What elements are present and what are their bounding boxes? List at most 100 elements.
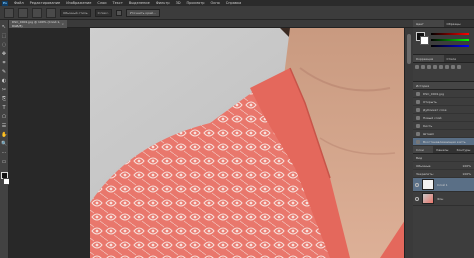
history-step-icon bbox=[416, 107, 420, 112]
balance-icon[interactable] bbox=[451, 65, 455, 69]
visibility-eye-icon[interactable] bbox=[415, 182, 419, 187]
history-item[interactable]: Штамп bbox=[413, 130, 474, 138]
lock-label: Закрепить: bbox=[416, 171, 434, 176]
menu-window[interactable]: Окно bbox=[210, 1, 219, 5]
menu-view[interactable]: Просмотр bbox=[187, 1, 205, 5]
curves-icon[interactable] bbox=[427, 65, 431, 69]
right-panel-dock: Цвет Образцы Коррекция Стили История DSC… bbox=[413, 20, 474, 258]
antialias-checkbox[interactable] bbox=[115, 9, 122, 16]
menu-filter[interactable]: Фильтр bbox=[156, 1, 170, 5]
blend-mode-select[interactable]: Обычные bbox=[416, 164, 431, 168]
subtract-selection-icon[interactable] bbox=[46, 7, 56, 18]
scrollbar-thumb[interactable] bbox=[407, 34, 411, 64]
background-color-swatch[interactable] bbox=[420, 36, 429, 45]
tool-icon[interactable]: ✋ bbox=[1, 132, 7, 139]
document-canvas[interactable] bbox=[90, 28, 413, 258]
tool-icon[interactable]: ▭ bbox=[1, 159, 7, 166]
visibility-eye-icon[interactable] bbox=[415, 196, 419, 201]
layers-filter-row: Вид bbox=[413, 154, 474, 162]
history-step-icon bbox=[416, 139, 420, 144]
layers-kind-select[interactable]: Вид bbox=[416, 156, 422, 160]
blue-slider[interactable] bbox=[431, 45, 469, 47]
color-panel bbox=[413, 28, 474, 55]
history-item-label: DSC_0001.jpg bbox=[423, 91, 445, 96]
menu-select[interactable]: Выделение bbox=[129, 1, 150, 5]
levels-icon[interactable] bbox=[421, 65, 425, 69]
menu-file[interactable]: Файл bbox=[14, 1, 24, 5]
tool-icon[interactable]: ⎘ bbox=[1, 96, 7, 103]
tool-icon[interactable]: ✎ bbox=[1, 69, 7, 76]
tool-icon[interactable]: T bbox=[1, 105, 7, 112]
history-step-icon bbox=[416, 115, 420, 120]
refine-edge-button[interactable]: Уточнить край... bbox=[125, 8, 160, 17]
tool-icon[interactable]: ↖ bbox=[1, 24, 7, 31]
menu-help[interactable]: Справка bbox=[226, 1, 241, 5]
history-item[interactable]: Дубликат слоя bbox=[413, 106, 474, 114]
tool-icon[interactable]: ◌ bbox=[1, 42, 7, 49]
tool-icon[interactable]: ✥ bbox=[1, 51, 7, 58]
fill-field[interactable]: 100% bbox=[462, 172, 471, 176]
vibrance-icon[interactable] bbox=[439, 65, 443, 69]
history-step-icon bbox=[416, 123, 420, 128]
options-bar: Обычный стиль 0 пикс. Уточнить край... bbox=[0, 6, 474, 20]
menu-edit[interactable]: Редактирование bbox=[30, 1, 61, 5]
layer-row[interactable]: Фон bbox=[413, 192, 474, 206]
history-item-label: Новый слой bbox=[423, 115, 442, 120]
red-slider[interactable] bbox=[431, 33, 469, 35]
history-item-label: Восстанавливающая кисть bbox=[423, 139, 466, 144]
tab-styles[interactable]: Стили bbox=[443, 55, 474, 63]
history-item[interactable]: Новый слой bbox=[413, 114, 474, 122]
document-tab-bar: DSC_0001.jpg @ 100% (Слой 1, RGB/8) × bbox=[9, 20, 413, 28]
layer-row[interactable]: Слой 1 bbox=[413, 178, 474, 192]
vertical-scrollbar[interactable] bbox=[404, 28, 413, 258]
bw-icon[interactable] bbox=[457, 65, 461, 69]
layer-thumbnail bbox=[422, 193, 434, 204]
history-step-icon bbox=[416, 91, 420, 96]
opacity-field[interactable]: 100% bbox=[462, 164, 471, 168]
history-item[interactable]: Открыть bbox=[413, 98, 474, 106]
tool-icon[interactable]: ⬚ bbox=[1, 33, 7, 40]
layers-lock-row: Закрепить: 100% bbox=[413, 170, 474, 178]
menu-3d[interactable]: 3D bbox=[176, 1, 181, 5]
green-slider[interactable] bbox=[431, 39, 469, 41]
photoshop-logo-icon: Ps bbox=[2, 0, 8, 6]
document-tab[interactable]: DSC_0001.jpg @ 100% (Слой 1, RGB/8) × bbox=[9, 20, 67, 28]
tool-icon[interactable]: ⌗ bbox=[1, 60, 7, 67]
feather-field[interactable]: 0 пикс. bbox=[94, 8, 112, 17]
history-item[interactable]: DSC_0001.jpg bbox=[413, 90, 474, 98]
history-item[interactable]: Восстанавливающая кисть bbox=[413, 138, 474, 146]
layer-name: Фон bbox=[437, 196, 444, 201]
history-step-icon bbox=[416, 131, 420, 136]
tool-icon[interactable]: ⬠ bbox=[1, 114, 7, 121]
tab-layers[interactable]: Слои bbox=[413, 146, 434, 154]
document-tab-label: DSC_0001.jpg @ 100% (Слой 1, RGB/8) bbox=[12, 20, 61, 28]
layer-name: Слой 1 bbox=[437, 182, 448, 187]
brightness-icon[interactable] bbox=[415, 65, 419, 69]
history-item[interactable]: Кисть bbox=[413, 122, 474, 130]
tool-icon[interactable]: 🔍 bbox=[1, 141, 7, 148]
menu-image[interactable]: Изображение bbox=[66, 1, 91, 5]
tab-paths[interactable]: Контуры bbox=[453, 146, 474, 154]
menu-text[interactable]: Текст bbox=[113, 1, 123, 5]
layer-thumbnail bbox=[422, 179, 434, 190]
tool-icon[interactable]: ✂ bbox=[1, 87, 7, 94]
tab-adjustments[interactable]: Коррекция bbox=[413, 55, 444, 63]
style-field[interactable]: Обычный стиль bbox=[60, 8, 91, 17]
hue-icon[interactable] bbox=[445, 65, 449, 69]
exposure-icon[interactable] bbox=[433, 65, 437, 69]
tool-icon[interactable]: ☰ bbox=[1, 123, 7, 130]
tab-color[interactable]: Цвет bbox=[413, 20, 444, 28]
tab-swatches[interactable]: Образцы bbox=[443, 20, 474, 28]
tab-history[interactable]: История bbox=[413, 82, 474, 90]
history-item-label: Открыть bbox=[423, 99, 437, 104]
history-item-label: Дубликат слоя bbox=[423, 107, 447, 112]
photo-image bbox=[90, 28, 413, 258]
current-tool-icon[interactable] bbox=[4, 7, 14, 18]
tool-icon[interactable]: ⋯ bbox=[1, 150, 7, 157]
new-selection-icon[interactable] bbox=[18, 7, 28, 18]
close-tab-icon[interactable]: × bbox=[61, 22, 64, 26]
add-selection-icon[interactable] bbox=[32, 7, 42, 18]
menu-layers[interactable]: Слои bbox=[97, 1, 106, 5]
tab-channels[interactable]: Каналы bbox=[433, 146, 454, 154]
tool-icon[interactable]: ◐ bbox=[1, 78, 7, 85]
